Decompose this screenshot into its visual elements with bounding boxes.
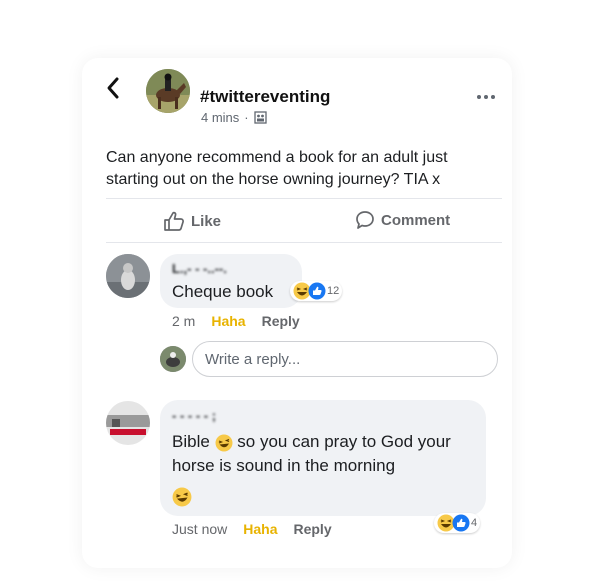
comment-bubble: L.,- - -..--. Cheque book xyxy=(160,254,302,308)
more-options-icon xyxy=(477,95,495,99)
group-name[interactable]: #twittereventing xyxy=(200,87,330,107)
comment-time: Just now xyxy=(172,521,228,537)
more-options-button[interactable] xyxy=(476,84,496,105)
haha-reaction-button[interactable]: Haha xyxy=(211,313,245,329)
laughing-emoji-icon xyxy=(215,434,233,452)
haha-reaction-button[interactable]: Haha xyxy=(243,521,277,537)
reaction-summary[interactable]: 4 xyxy=(434,513,481,533)
laughing-emoji-icon xyxy=(172,487,192,507)
like-reaction-icon xyxy=(308,282,326,300)
commenter-avatar[interactable] xyxy=(106,401,150,445)
group-privacy-icon xyxy=(253,111,267,124)
post-meta: 4 mins · xyxy=(201,110,267,125)
comment-actions: 2 m Haha Reply xyxy=(172,313,300,329)
divider xyxy=(106,198,502,199)
comment-text: Bible so you can pray to God your horse … xyxy=(172,430,477,478)
group-avatar[interactable] xyxy=(146,69,190,113)
reaction-count: 4 xyxy=(471,517,478,529)
meta-separator: · xyxy=(244,110,249,125)
reply-input[interactable]: Write a reply... xyxy=(192,341,498,377)
reaction-count: 12 xyxy=(327,285,340,297)
comment-time: 2 m xyxy=(172,313,196,329)
comment-label: Comment xyxy=(381,211,451,229)
reply-button[interactable]: Reply xyxy=(262,313,300,329)
comment-author[interactable]: L.,- - -..--. xyxy=(172,261,227,276)
commenter-avatar[interactable] xyxy=(106,254,150,298)
user-avatar xyxy=(160,346,186,372)
comment-text-start: Bible xyxy=(172,432,210,451)
post-text: Can anyone recommend a book for an adult… xyxy=(106,149,448,188)
like-button[interactable]: Like xyxy=(163,210,221,232)
comment-text: Cheque book xyxy=(172,282,274,301)
reply-button[interactable]: Reply xyxy=(293,521,331,537)
comment-button[interactable]: Comment xyxy=(355,210,450,230)
divider xyxy=(106,242,502,243)
chevron-left-icon xyxy=(107,77,119,99)
like-icon xyxy=(164,211,184,231)
back-button[interactable] xyxy=(106,76,120,106)
like-label: Like xyxy=(191,212,222,230)
comment-actions: Just now Haha Reply xyxy=(172,521,332,537)
reaction-summary[interactable]: 12 xyxy=(290,281,343,301)
like-reaction-icon xyxy=(452,514,470,532)
post-timestamp[interactable]: 4 mins xyxy=(201,110,239,125)
comment-bubble: - - - - - ; Bible so you can pray to God… xyxy=(160,400,486,516)
comment-author[interactable]: - - - - - ; xyxy=(172,408,216,423)
comment-icon xyxy=(356,211,374,229)
